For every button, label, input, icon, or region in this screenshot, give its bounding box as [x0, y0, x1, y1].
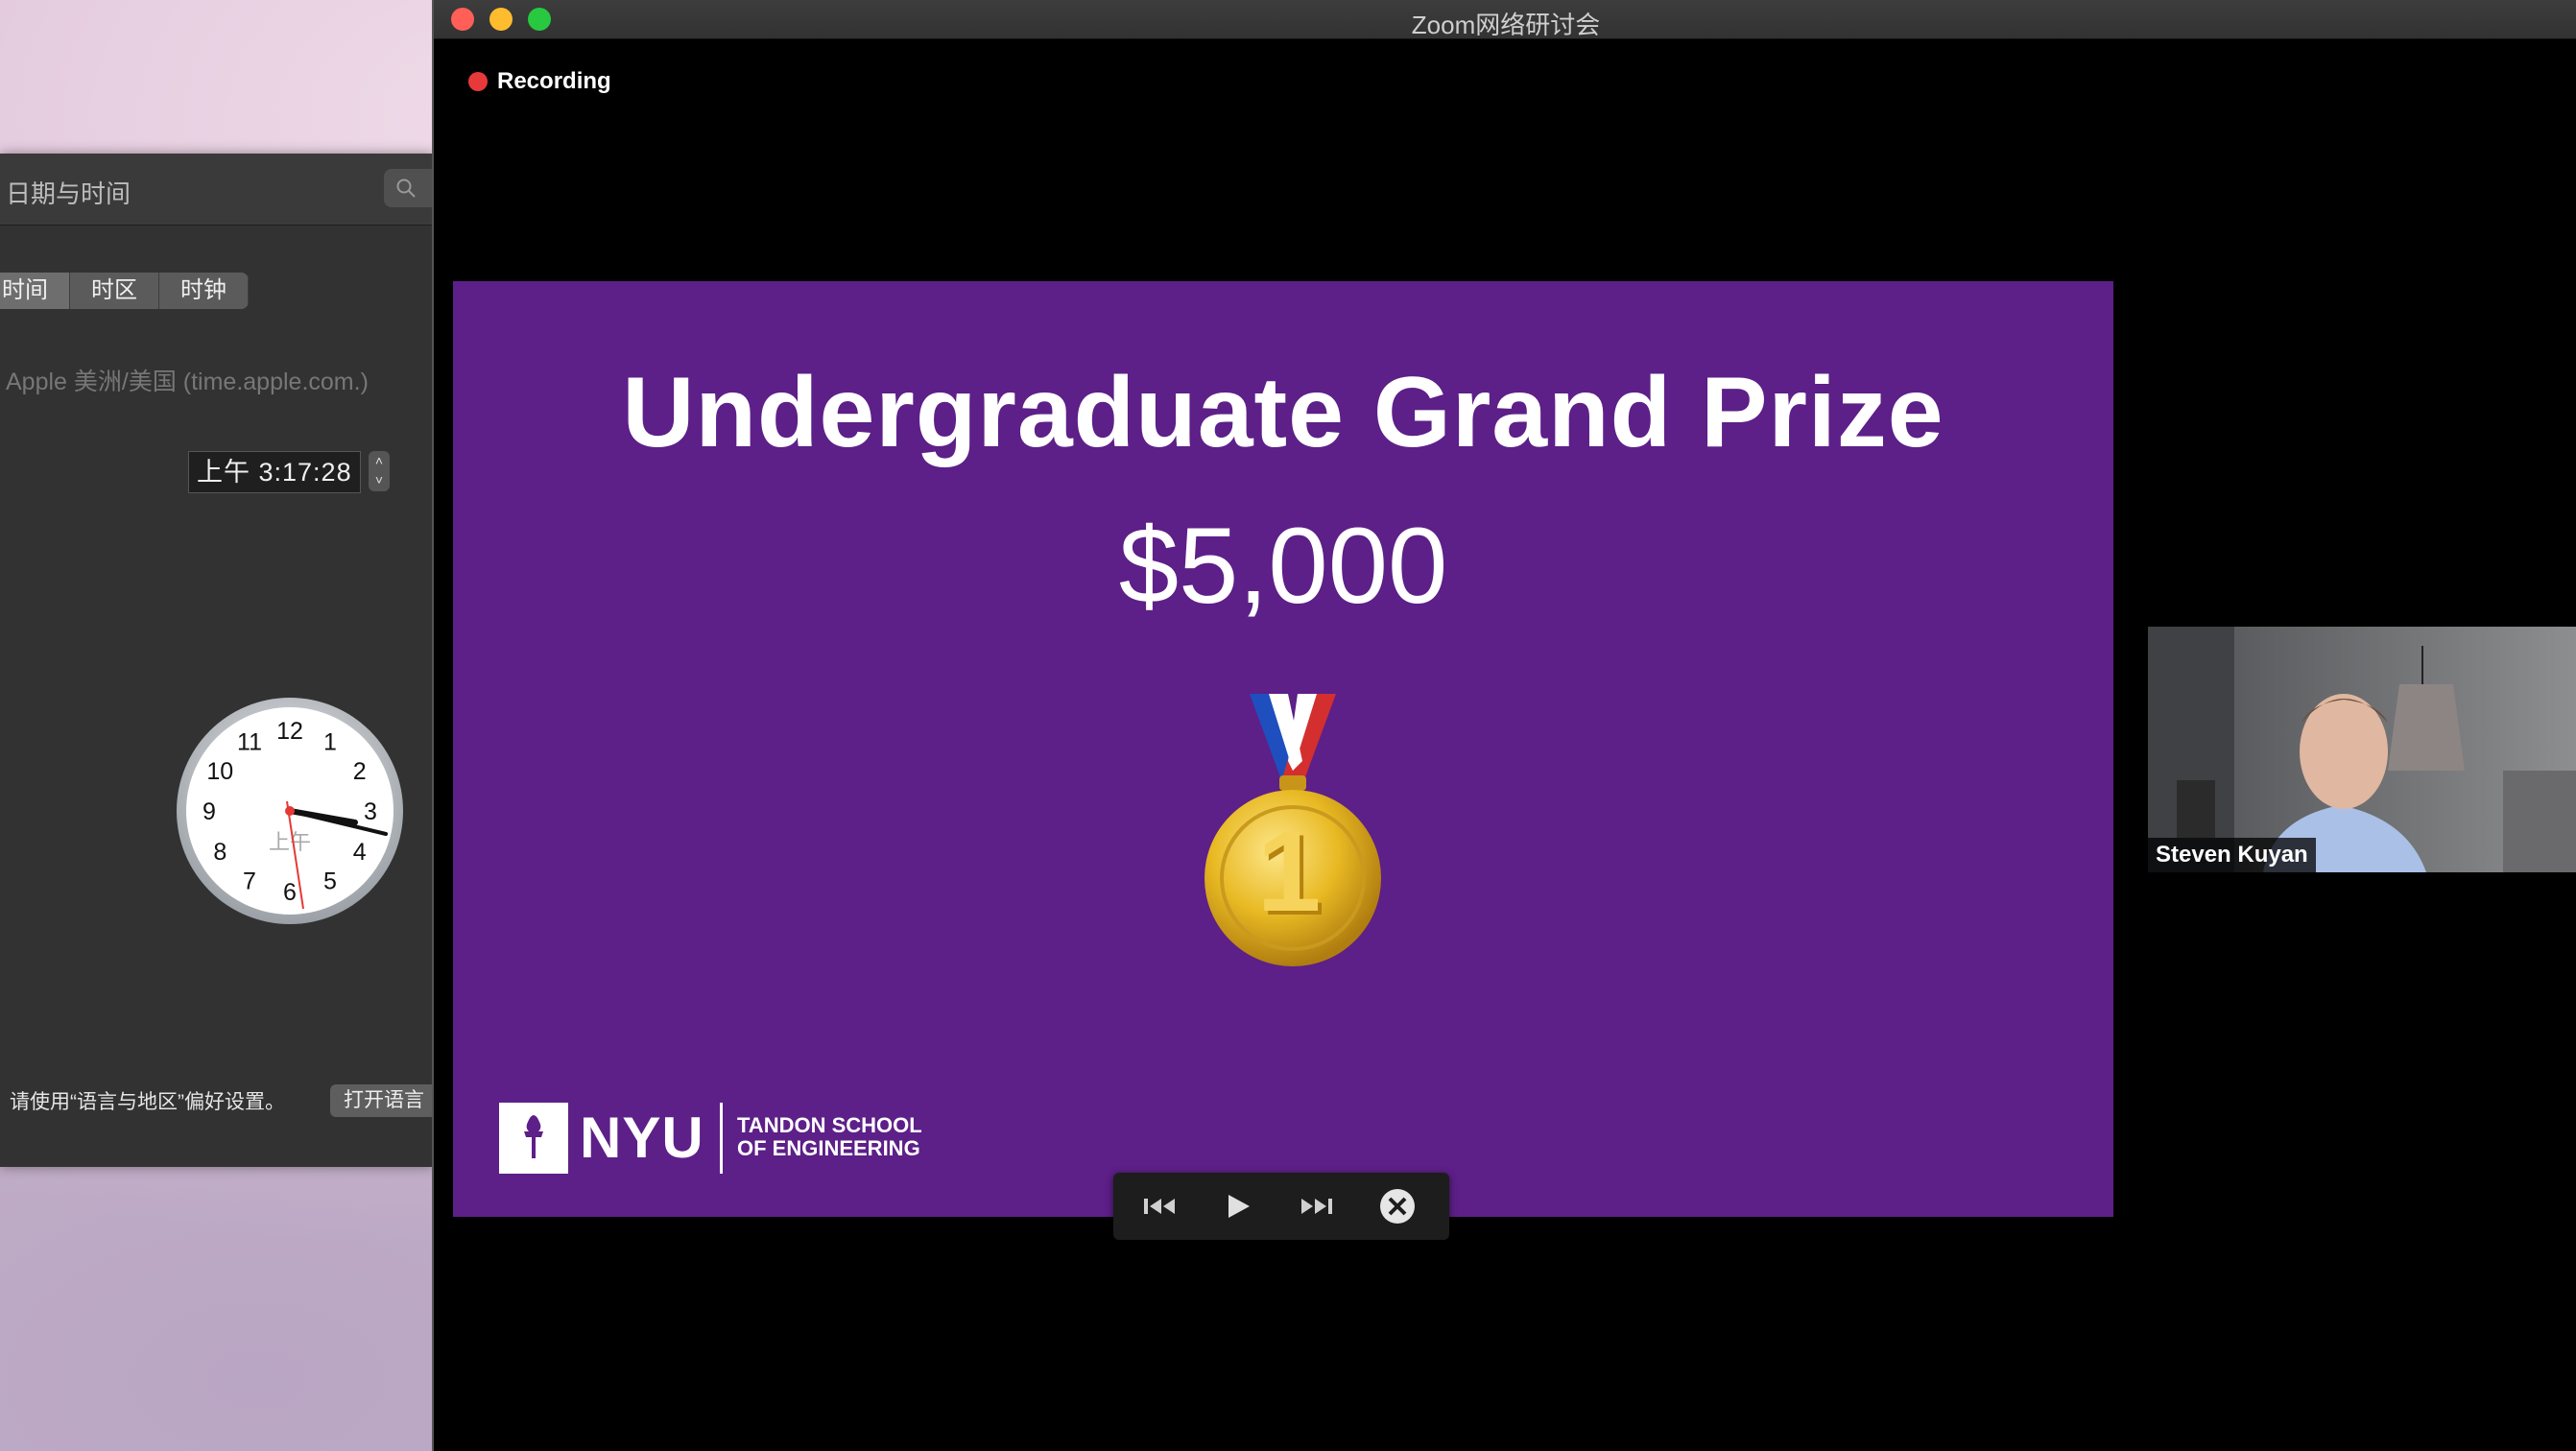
- gold-medal-icon: 1 1: [1205, 694, 1381, 966]
- clock-number: 4: [353, 839, 367, 866]
- stepper-down-icon: ˅: [374, 472, 384, 488]
- participant-name-label: Steven Kuyan: [2148, 838, 2316, 872]
- clock-number: 11: [237, 728, 262, 755]
- recording-label: Recording: [497, 68, 611, 94]
- participant-video-frame: [2148, 627, 2576, 872]
- next-icon[interactable]: [1296, 1191, 1334, 1222]
- tab-time[interactable]: 时间: [0, 273, 70, 309]
- zoom-titlebar: Zoom网络研讨会: [434, 0, 2576, 39]
- clock-number: 2: [353, 758, 367, 785]
- record-icon: [468, 72, 488, 91]
- torch-icon: [499, 1103, 568, 1174]
- clock-number: 1: [323, 728, 337, 755]
- close-icon[interactable]: [1378, 1187, 1417, 1225]
- tab-clock[interactable]: 时钟: [159, 273, 249, 309]
- time-server-field[interactable]: Apple 美洲/美国 (time.apple.com.): [6, 363, 369, 397]
- slide-prize-amount: $5,000: [1118, 506, 1448, 626]
- clock-number: 6: [283, 879, 297, 906]
- clock-number: 3: [364, 798, 377, 825]
- nyu-tandon-logo: NYU TANDON SCHOOL OF ENGINEERING: [499, 1103, 950, 1176]
- clock-number: 12: [276, 718, 303, 745]
- svg-text:1: 1: [1257, 807, 1322, 936]
- stepper-up-icon[interactable]: ˄: [375, 453, 383, 468]
- school-name-line1: TANDON SCHOOL: [737, 1113, 922, 1137]
- region-hint-text: 请使用“语言与地区”偏好设置。: [10, 1091, 285, 1113]
- prefs-tab-bar: 时间 时区 时钟: [0, 273, 249, 309]
- open-language-region-button[interactable]: 打开语言: [330, 1084, 434, 1117]
- recording-indicator[interactable]: Recording: [468, 67, 611, 96]
- window-title: Zoom网络研讨会: [1411, 11, 1601, 39]
- time-input[interactable]: 上午 3:17:28: [188, 451, 361, 493]
- search-icon: [396, 178, 416, 198]
- clock-number: 7: [243, 868, 256, 895]
- participant-video[interactable]: Steven Kuyan: [2148, 627, 2576, 872]
- date-time-preferences-window: 日期与时间 时间 时区 时钟 Apple 美洲/美国 (time.apple.c…: [0, 154, 434, 1167]
- nyu-wordmark: NYU: [580, 1106, 704, 1170]
- play-icon[interactable]: [1219, 1191, 1257, 1222]
- previous-icon[interactable]: [1142, 1191, 1181, 1222]
- time-stepper[interactable]: ˄ ˅: [369, 451, 390, 491]
- logo-separator: [720, 1103, 723, 1174]
- tab-timezone[interactable]: 时区: [70, 273, 159, 309]
- clock-number: 5: [323, 868, 337, 895]
- slideshow-controls: [1113, 1173, 1449, 1240]
- school-name-line2: OF ENGINEERING: [737, 1136, 920, 1160]
- zoom-webinar-window: Zoom网络研讨会 Recording Undergraduate Grand …: [432, 0, 2576, 1451]
- school-name: TANDON SCHOOL OF ENGINEERING: [737, 1114, 922, 1160]
- slide-title: Undergraduate Grand Prize: [622, 357, 1944, 468]
- prefs-title: 日期与时间: [6, 179, 131, 208]
- prefs-titlebar: 日期与时间: [0, 154, 434, 226]
- clock-number: 9: [203, 798, 216, 825]
- clock-am-label: 上午: [269, 831, 311, 855]
- shared-slide: Undergraduate Grand Prize $5,000 1 1 NYU…: [453, 281, 2113, 1217]
- clock-number: 10: [206, 758, 233, 785]
- clock-number: 8: [213, 839, 227, 866]
- search-button[interactable]: [384, 169, 434, 207]
- analog-clock: 12 12 3 45678 9 1011 上午: [177, 698, 403, 924]
